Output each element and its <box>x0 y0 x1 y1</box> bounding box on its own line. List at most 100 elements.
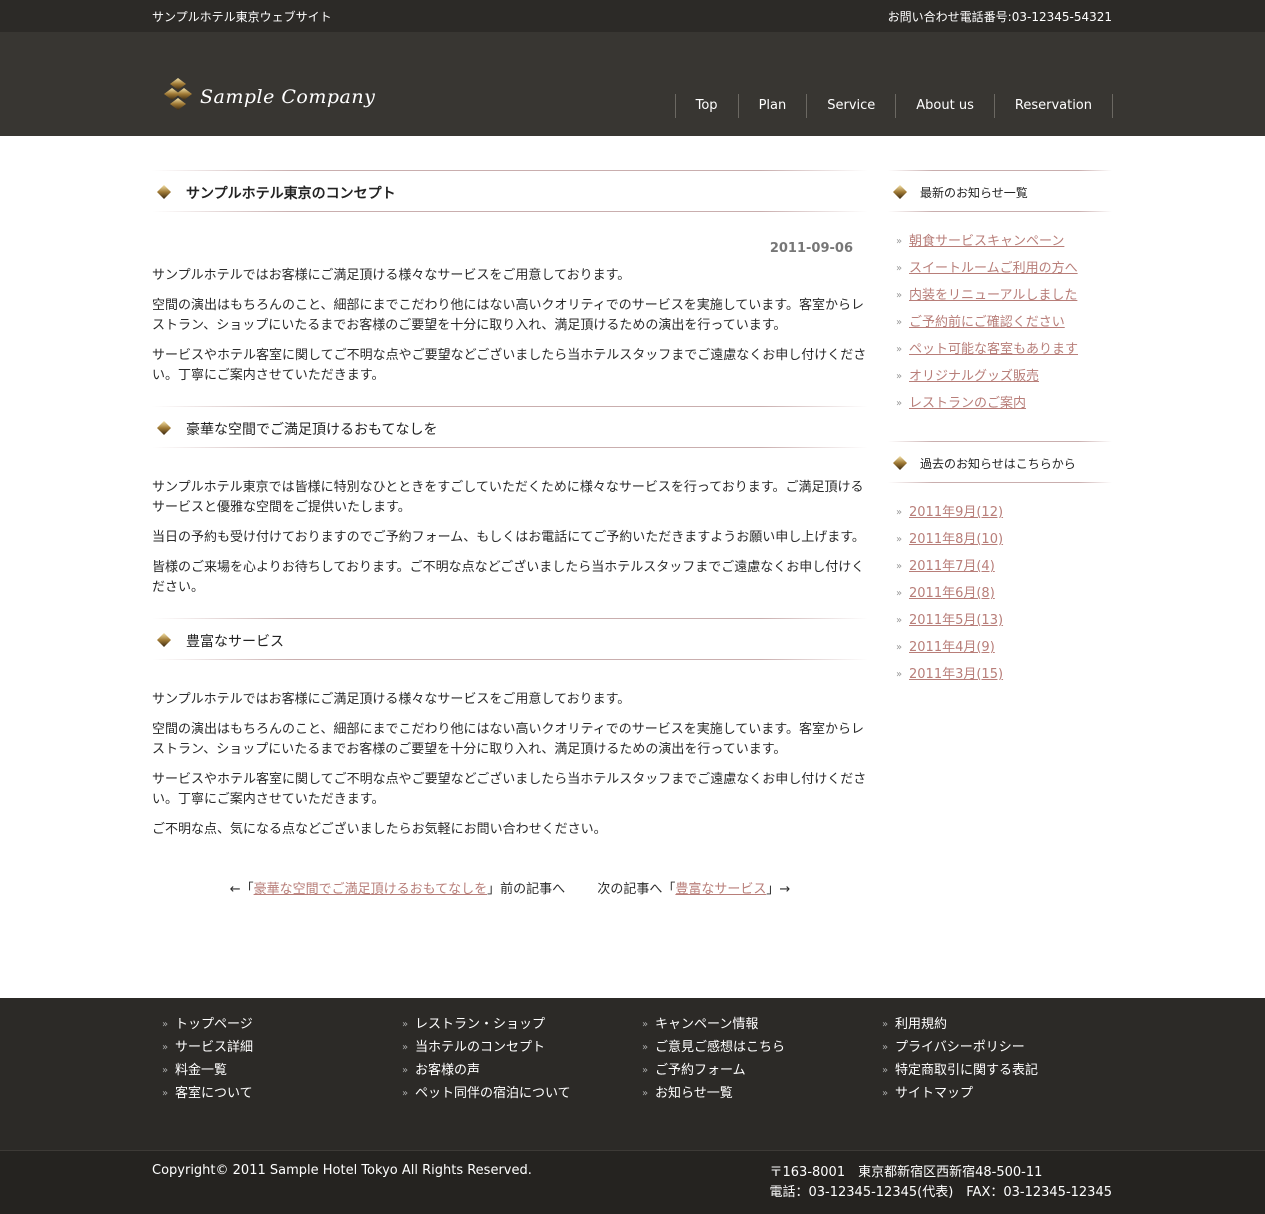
news-title: 最新のお知らせ一覧 <box>920 186 1028 200</box>
list-item: オリジナルグッズ販売 <box>888 367 1112 394</box>
nav-service[interactable]: Service <box>807 94 897 118</box>
list-item: スイートルームご利用の方へ <box>888 259 1112 286</box>
nav-reservation[interactable]: Reservation <box>995 94 1113 118</box>
section-luxury: 豪華な空間でご満足頂けるおもてなしを サンプルホテル東京では皆様に特別なひととき… <box>152 406 868 598</box>
archive-title: 過去のお知らせはこちらから <box>920 457 1076 471</box>
footer-bottom: Copyright© 2011 Sample Hotel Tokyo All R… <box>0 1150 1265 1214</box>
footer-link[interactable]: お知らせ一覧 <box>642 1085 785 1108</box>
list-item: 2011年8月(10) <box>888 530 1112 557</box>
page-title: サンプルホテル東京のコンセプト <box>186 186 396 202</box>
footer-link[interactable]: サービス詳細 <box>162 1039 253 1062</box>
list-item: 2011年3月(15) <box>888 665 1112 692</box>
footer-link[interactable]: トップページ <box>162 1016 253 1039</box>
archive-list: 2011年9月(12) 2011年8月(10) 2011年7月(4) 2011年… <box>888 503 1112 692</box>
footer-link[interactable]: 料金一覧 <box>162 1062 253 1085</box>
footer-column: キャンペーン情報 ご意見ご感想はこちら ご予約フォーム お知らせ一覧 <box>642 1016 785 1108</box>
list-item: 内装をリニューアルしました <box>888 286 1112 313</box>
footer-link[interactable]: 利用規約 <box>882 1016 1038 1039</box>
list-item: 2011年5月(13) <box>888 611 1112 638</box>
list-item: レストランのご案内 <box>888 394 1112 421</box>
site-name: サンプルホテル東京ウェブサイト <box>152 10 332 24</box>
next-post-link[interactable]: 豊富なサービス <box>675 882 766 897</box>
news-link[interactable]: ご予約前にご確認ください <box>909 315 1065 330</box>
footer-link[interactable]: レストラン・ショップ <box>402 1016 571 1039</box>
archive-link[interactable]: 2011年4月(9) <box>909 640 995 655</box>
gem-bullet-icon <box>893 185 907 199</box>
archive-link[interactable]: 2011年6月(8) <box>909 586 995 601</box>
paragraph: サンプルホテルではお客様にご満足頂ける様々なサービスをご用意しております。 <box>152 268 631 283</box>
footer-link[interactable]: ご意見ご感想はこちら <box>642 1039 785 1062</box>
prev-prefix: ←「 <box>229 882 254 897</box>
list-item: 2011年4月(9) <box>888 638 1112 665</box>
list-item: ご予約前にご確認ください <box>888 313 1112 340</box>
news-list: 朝食サービスキャンペーン スイートルームご利用の方へ 内装をリニューアルしました… <box>888 232 1112 421</box>
gem-bullet-icon <box>157 633 171 647</box>
footer-link[interactable]: ご予約フォーム <box>642 1062 785 1085</box>
news-link[interactable]: レストランのご案内 <box>909 396 1026 411</box>
section-heading: 豊富なサービス <box>152 618 868 660</box>
nav-plan[interactable]: Plan <box>739 94 808 118</box>
logo-text: Sample Company <box>200 86 376 108</box>
list-item: 2011年6月(8) <box>888 584 1112 611</box>
paragraph: サンプルホテル東京では皆様に特別なひとときをすごしていただくために様々なサービス… <box>152 480 864 515</box>
sidebar: 最新のお知らせ一覧 朝食サービスキャンペーン スイートルームご利用の方へ 内装を… <box>888 170 1112 712</box>
logo-cube-icon <box>164 78 192 110</box>
paragraph: サービスやホテル客室に関してご不明な点やご要望などございましたら当ホテルスタッフ… <box>152 772 867 807</box>
nav-about-us[interactable]: About us <box>896 94 995 118</box>
archive-link[interactable]: 2011年9月(12) <box>909 505 1003 520</box>
footer-link[interactable]: 特定商取引に関する表記 <box>882 1062 1038 1085</box>
prev-suffix: 」前の記事へ <box>487 882 566 897</box>
news-link[interactable]: スイートルームご利用の方へ <box>909 261 1078 276</box>
section-title: 豊富なサービス <box>186 634 284 650</box>
footer-link[interactable]: 当ホテルのコンセプト <box>402 1039 571 1062</box>
company-address: 〒163-8001 東京都新宿区西新宿48-500-11 電話：03-12345… <box>770 1163 1113 1203</box>
post-pager: ←「豪華な空間でご満足頂けるおもてなしを」前の記事へ 次の記事へ「豊富なサービス… <box>152 878 868 897</box>
archive-link[interactable]: 2011年8月(10) <box>909 532 1003 547</box>
next-suffix: 」→ <box>766 882 791 897</box>
paragraph: ご不明な点、気になる点などございましたらお気軽にお問い合わせください。 <box>152 822 607 837</box>
contact-line: 電話：03-12345-12345(代表) FAX：03-12345-12345 <box>769 1185 1113 1200</box>
paragraph: 空間の演出はもちろんのこと、細部にまでこだわり他にはない高いクオリティでのサービ… <box>152 298 865 333</box>
footer-column: レストラン・ショップ 当ホテルのコンセプト お客様の声 ペット同伴の宿泊について <box>402 1016 571 1108</box>
list-item: 2011年7月(4) <box>888 557 1112 584</box>
archive-link[interactable]: 2011年3月(15) <box>909 667 1003 682</box>
list-item: 朝食サービスキャンペーン <box>888 232 1112 259</box>
archive-link[interactable]: 2011年7月(4) <box>909 559 995 574</box>
footer-column: トップページ サービス詳細 料金一覧 客室について <box>162 1016 253 1108</box>
footer: トップページ サービス詳細 料金一覧 客室について レストラン・ショップ 当ホテ… <box>0 998 1265 1214</box>
news-link[interactable]: ペット可能な客室もあります <box>909 342 1078 357</box>
paragraph: サンプルホテルではお客様にご満足頂ける様々なサービスをご用意しております。 <box>152 692 631 707</box>
header: Sample Company Top Plan Service About us… <box>0 32 1265 136</box>
list-item: ペット可能な客室もあります <box>888 340 1112 367</box>
footer-column: 利用規約 プライバシーポリシー 特定商取引に関する表記 サイトマップ <box>882 1016 1038 1108</box>
news-link[interactable]: 内装をリニューアルしました <box>909 288 1077 303</box>
paragraph: サービスやホテル客室に関してご不明な点やご要望などございましたら当ホテルスタッフ… <box>152 348 867 383</box>
gem-bullet-icon <box>157 185 171 199</box>
section-services: 豊富なサービス サンプルホテルではお客様にご満足頂ける様々なサービスをご用意して… <box>152 618 868 840</box>
paragraph: 皆様のご来場を心よりお待ちしております。ご不明な点などございましたら当ホテルスタ… <box>152 560 865 595</box>
footer-link[interactable]: お客様の声 <box>402 1062 571 1085</box>
contact-phone: お問い合わせ電話番号:03-12345-54321 <box>887 10 1112 24</box>
archive-link[interactable]: 2011年5月(13) <box>909 613 1003 628</box>
paragraph: 空間の演出はもちろんのこと、細部にまでこだわり他にはない高いクオリティでのサービ… <box>152 722 865 757</box>
news-link[interactable]: 朝食サービスキャンペーン <box>909 234 1064 249</box>
page-title-heading: サンプルホテル東京のコンセプト <box>152 170 868 212</box>
next-prefix: 次の記事へ「 <box>597 882 676 897</box>
list-item: 2011年9月(12) <box>888 503 1112 530</box>
prev-post-link[interactable]: 豪華な空間でご満足頂けるおもてなしを <box>254 882 487 897</box>
address-line: 〒163-8001 東京都新宿区西新宿48-500-11 <box>769 1165 1043 1180</box>
footer-link[interactable]: サイトマップ <box>882 1085 1038 1108</box>
nav-top[interactable]: Top <box>676 94 739 118</box>
footer-link[interactable]: ペット同伴の宿泊について <box>402 1085 571 1108</box>
footer-link[interactable]: キャンペーン情報 <box>642 1016 785 1039</box>
copyright: Copyright© 2011 Sample Hotel Tokyo All R… <box>152 1163 532 1178</box>
section-title: 豪華な空間でご満足頂けるおもてなしを <box>186 422 438 438</box>
gem-bullet-icon <box>893 456 907 470</box>
section-heading: 豪華な空間でご満足頂けるおもてなしを <box>152 406 868 448</box>
footer-link[interactable]: 客室について <box>162 1085 253 1108</box>
post-date: 2011-09-06 <box>769 241 853 256</box>
gem-bullet-icon <box>157 421 171 435</box>
footer-link[interactable]: プライバシーポリシー <box>882 1039 1038 1062</box>
news-link[interactable]: オリジナルグッズ販売 <box>909 369 1039 384</box>
paragraph: 当日の予約も受け付けておりますのでご予約フォーム、もしくはお電話にてご予約いただ… <box>152 530 865 545</box>
